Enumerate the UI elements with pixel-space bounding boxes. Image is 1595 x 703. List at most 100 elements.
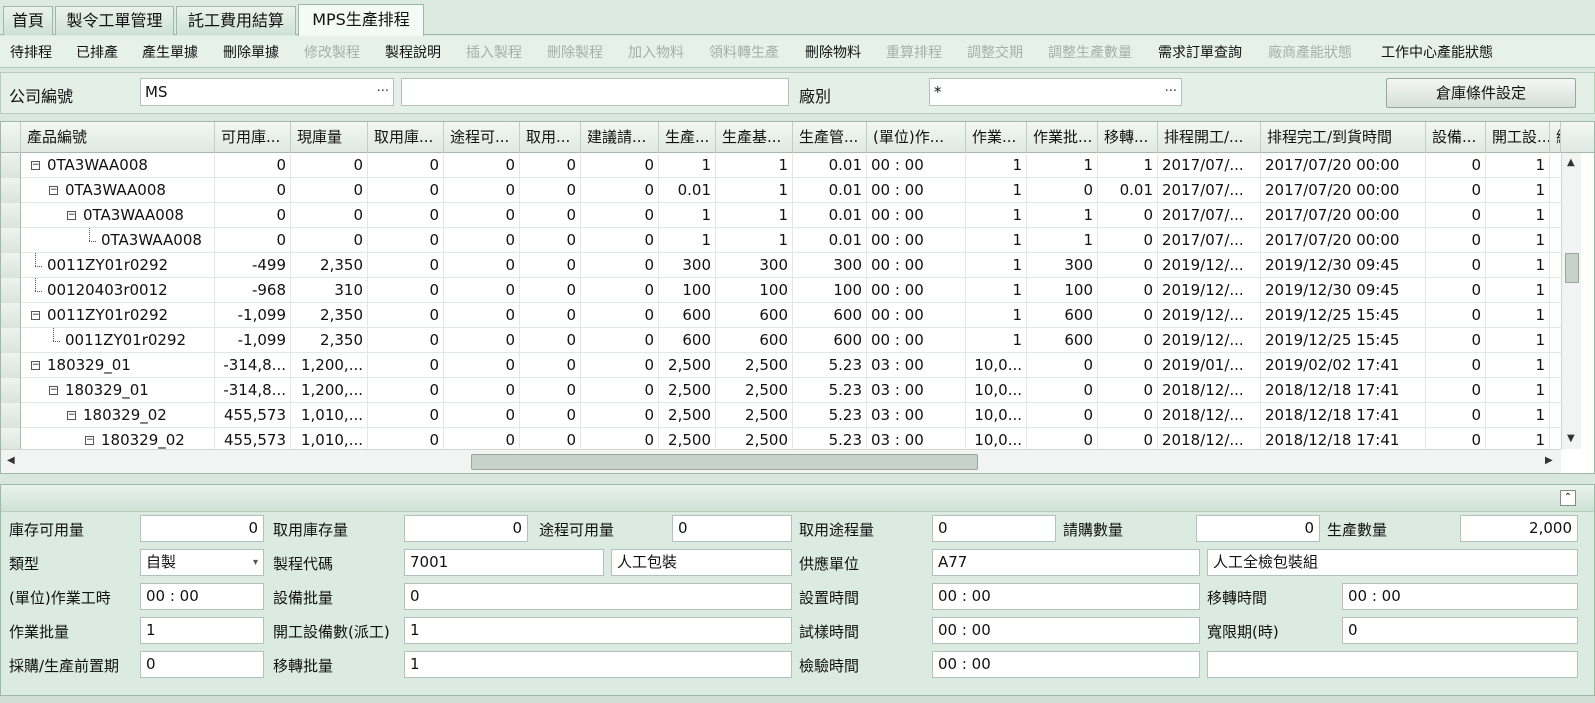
table-cell[interactable]: 600 xyxy=(659,303,716,328)
table-cell[interactable]: 0 xyxy=(444,328,520,353)
horizontal-scrollbar[interactable]: ◀ ▶ xyxy=(1,449,1561,473)
table-cell[interactable]: 0.01 xyxy=(1098,178,1158,203)
table-cell[interactable]: 1 xyxy=(1486,228,1550,253)
vertical-scroll-thumb[interactable] xyxy=(1565,253,1579,283)
generate-documents-button[interactable]: 產生單據 xyxy=(142,42,198,64)
column-header[interactable]: 可用庫... xyxy=(215,122,291,153)
column-header[interactable]: 建議請... xyxy=(581,122,659,153)
table-row[interactable]: −0TA3WAA008 0 0 0 0 0 0 1 1 0.01 00 : 00 1 1 1 2017/07… xyxy=(1,153,1561,178)
transfer-time-field[interactable]: 00 : 00 xyxy=(1342,583,1578,610)
column-header[interactable]: 排程完工/到貨時間 xyxy=(1261,122,1426,153)
row-selector[interactable] xyxy=(1,353,21,378)
table-cell[interactable]: 1 xyxy=(1486,278,1550,303)
table-cell[interactable]: 2019/01/... xyxy=(1158,353,1261,378)
table-cell[interactable]: 0 xyxy=(291,178,368,203)
inspection-time-field[interactable]: 00 : 00 xyxy=(932,651,1200,678)
table-cell[interactable]: 0 xyxy=(1098,228,1158,253)
table-cell[interactable]: 2019/12/... xyxy=(1158,303,1261,328)
product-code-cell[interactable]: 0011ZY01r0292 xyxy=(43,253,215,278)
table-cell[interactable]: 0 xyxy=(581,228,659,253)
table-cell[interactable]: 00 : 00 xyxy=(867,328,966,353)
product-code-cell[interactable]: 0011ZY01r0292 xyxy=(61,328,215,353)
horizontal-scroll-thumb[interactable] xyxy=(471,454,978,470)
table-cell[interactable]: 0 xyxy=(1027,378,1098,403)
table-cell[interactable]: 0 xyxy=(581,403,659,428)
table-cell[interactable]: 600 xyxy=(659,328,716,353)
table-cell[interactable]: 0 xyxy=(1426,203,1486,228)
table-cell[interactable]: 600 xyxy=(1027,328,1098,353)
column-header[interactable]: 生產... xyxy=(659,122,716,153)
table-cell[interactable]: 0 xyxy=(291,203,368,228)
table-cell[interactable]: 1 xyxy=(966,253,1027,278)
product-code-cell[interactable]: 00120403r0012 xyxy=(43,278,215,303)
table-cell[interactable]: 1 xyxy=(1486,303,1550,328)
table-cell[interactable]: 0 xyxy=(581,353,659,378)
table-cell[interactable]: 0 xyxy=(368,278,444,303)
table-cell[interactable]: 10,0... xyxy=(966,378,1027,403)
table-cell[interactable]: 0 xyxy=(368,328,444,353)
dispatch-equipment-count-field[interactable]: 1 xyxy=(404,617,792,644)
table-cell[interactable]: 00 : 00 xyxy=(867,253,966,278)
table-cell[interactable]: 1 xyxy=(1486,378,1550,403)
table-cell[interactable]: 2019/02/02 17:41 xyxy=(1261,353,1426,378)
table-cell[interactable]: 2019/12/30 09:45 xyxy=(1261,253,1426,278)
grace-period-hours-field[interactable]: 0 xyxy=(1342,617,1578,644)
table-row[interactable]: 0011ZY01r0292 -499 2,350 0 0 0 0 300 300 300 00 : … xyxy=(1,253,1561,278)
table-cell[interactable]: 2017/07/20 00:00 xyxy=(1261,228,1426,253)
table-cell[interactable]: 2,350 xyxy=(291,303,368,328)
table-cell[interactable]: 0 xyxy=(520,378,581,403)
row-selector[interactable] xyxy=(1,153,21,178)
table-cell[interactable]: 0 xyxy=(581,153,659,178)
table-cell[interactable]: 0 xyxy=(368,353,444,378)
table-cell[interactable]: 1 xyxy=(1486,153,1550,178)
table-cell[interactable]: 0 xyxy=(520,328,581,353)
table-cell[interactable]: 300 xyxy=(659,253,716,278)
column-header[interactable]: 作業批... xyxy=(1027,122,1098,153)
type-select-field[interactable]: 自製 ▾ xyxy=(140,549,264,576)
table-cell[interactable]: 2,350 xyxy=(291,328,368,353)
table-cell[interactable]: 0 xyxy=(444,278,520,303)
table-row[interactable]: −0TA3WAA008 0 0 0 0 0 0 1 1 0.01 00 : 00 1 1 0 2017/07… xyxy=(1,203,1561,228)
table-cell[interactable]: 00 : 00 xyxy=(867,228,966,253)
table-cell[interactable]: 10,0... xyxy=(966,403,1027,428)
table-cell[interactable]: 0 xyxy=(1426,353,1486,378)
vendor-capacity-status-button[interactable]: 廠商產能狀態 xyxy=(1268,42,1352,64)
lead-time-field[interactable]: 0 xyxy=(140,651,264,678)
setup-time-field[interactable]: 00 : 00 xyxy=(932,583,1200,610)
table-cell[interactable]: 300 xyxy=(716,253,793,278)
table-cell[interactable]: 0 xyxy=(1426,278,1486,303)
table-cell[interactable]: 1 xyxy=(1486,253,1550,278)
table-cell[interactable]: 600 xyxy=(1027,303,1098,328)
scroll-right-icon[interactable]: ▶ xyxy=(1545,455,1553,466)
tree-collapse-icon[interactable]: − xyxy=(85,436,94,445)
table-cell[interactable]: 0 xyxy=(1098,353,1158,378)
table-cell[interactable]: 10,0... xyxy=(966,353,1027,378)
table-cell[interactable]: 1 xyxy=(1027,153,1098,178)
table-cell[interactable]: 1 xyxy=(1486,328,1550,353)
table-cell[interactable]: 600 xyxy=(793,303,867,328)
product-code-cell[interactable]: 180329_01 xyxy=(61,378,215,403)
table-cell[interactable]: 00 : 00 xyxy=(867,178,966,203)
table-cell[interactable]: 2019/12/25 15:45 xyxy=(1261,303,1426,328)
table-cell[interactable]: 5.23 xyxy=(793,378,867,403)
row-selector[interactable] xyxy=(1,328,21,353)
column-header[interactable]: 取用庫... xyxy=(368,122,444,153)
table-row[interactable]: −0TA3WAA008 0 0 0 0 0 0 0.01 1 0.01 00 : 00 1 0 0.01 2… xyxy=(1,178,1561,203)
table-cell[interactable]: 0 xyxy=(581,253,659,278)
table-cell[interactable]: 0 xyxy=(444,203,520,228)
trial-time-field[interactable]: 00 : 00 xyxy=(932,617,1200,644)
table-cell[interactable]: 1 xyxy=(1098,153,1158,178)
table-cell[interactable]: -968 xyxy=(215,278,291,303)
table-cell[interactable]: 1 xyxy=(1027,228,1098,253)
table-cell[interactable]: 600 xyxy=(716,328,793,353)
tab-mps-scheduling[interactable]: MPS生產排程 xyxy=(298,4,424,36)
column-header[interactable]: 生產管... xyxy=(793,122,867,153)
table-cell[interactable]: 1 xyxy=(659,203,716,228)
table-cell[interactable]: 100 xyxy=(793,278,867,303)
table-cell[interactable]: 2,350 xyxy=(291,253,368,278)
tab-work-order-management[interactable]: 製令工單管理 xyxy=(55,6,174,35)
adjust-production-quantity-button[interactable]: 調整生產數量 xyxy=(1048,42,1132,64)
equipment-batch-qty-field[interactable]: 0 xyxy=(404,583,792,610)
table-cell[interactable]: 2017/07/... xyxy=(1158,228,1261,253)
table-cell[interactable]: 0 xyxy=(368,378,444,403)
